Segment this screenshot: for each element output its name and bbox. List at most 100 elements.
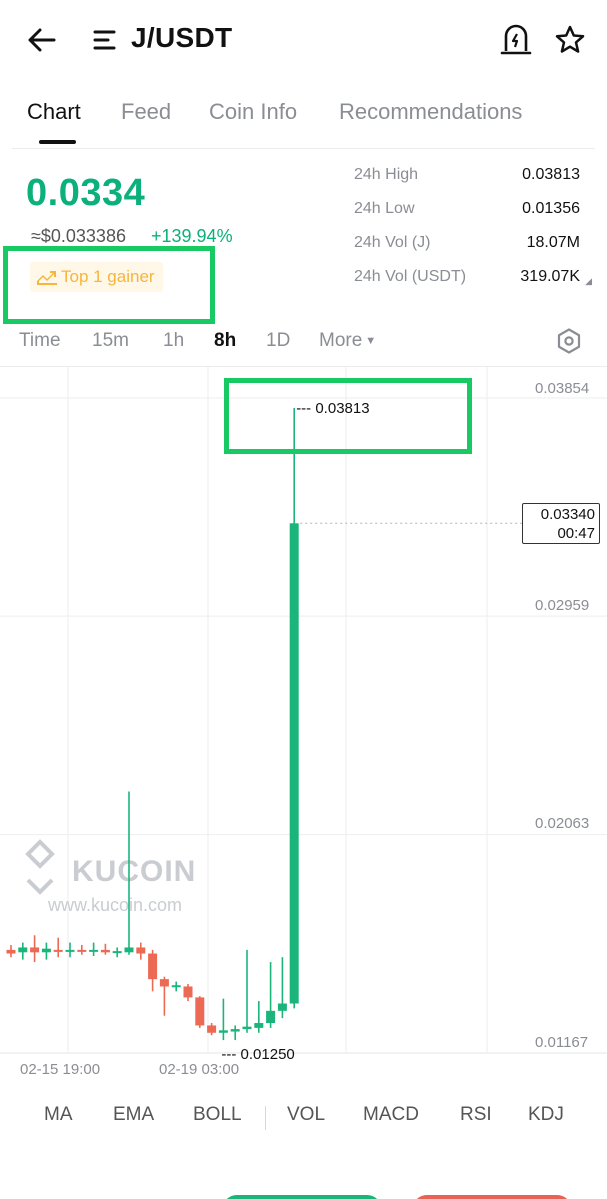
indicator-ma[interactable]: MA (44, 1104, 73, 1126)
interval-1d[interactable]: 1D (266, 330, 290, 352)
stat-label: 24h High (354, 166, 419, 183)
candle (89, 942, 99, 956)
candle-body (18, 947, 28, 953)
candle-body (218, 1030, 228, 1033)
caret-icon: ◢ (585, 276, 592, 286)
highlight-box (224, 378, 472, 454)
interval-1h[interactable]: 1h (163, 330, 184, 352)
divider (12, 148, 595, 149)
indicator-bar: MA EMA BOLL VOL MACD RSI KDJ (0, 1104, 607, 1136)
buy-button[interactable] (222, 1195, 382, 1199)
interval-more[interactable]: More ▼ (319, 330, 376, 352)
candle (242, 949, 252, 1033)
candle-body (41, 948, 51, 953)
price-change: +139.94% (151, 226, 233, 246)
pair-title[interactable]: J/USDT (131, 22, 232, 54)
interval-15m[interactable]: 15m (92, 330, 129, 352)
usd-price: ≈$0.033386 (31, 226, 126, 246)
stat-row: 24h Low 0.01356 (354, 200, 594, 234)
candle-body (77, 949, 87, 952)
highlight-box (3, 246, 215, 324)
candle-body (195, 997, 205, 1026)
x-axis-label: 02-19 03:00 (159, 1061, 240, 1078)
candle (289, 407, 299, 1009)
stat-row: 24h High 0.03813 (354, 166, 594, 200)
candle-body (171, 985, 181, 988)
candle (230, 1025, 240, 1041)
hexagon-settings-icon (557, 328, 581, 354)
top-bar: J/USDT (0, 0, 607, 80)
candle (6, 945, 16, 958)
watermark-url: www.kucoin.com (47, 895, 182, 915)
candle (100, 943, 110, 955)
current-price-tag: 0.03340 00:47 (522, 503, 600, 544)
stat-value: 18.07M (526, 234, 580, 251)
candle-body (6, 949, 16, 954)
candle (148, 949, 158, 992)
bottom-action-bar (0, 1150, 607, 1199)
divider (265, 1106, 266, 1130)
tab-coin-info[interactable]: Coin Info (209, 96, 297, 144)
candle (254, 1001, 264, 1033)
candle-body (30, 947, 40, 953)
stats-panel: 24h High 0.03813 24h Low 0.01356 24h Vol… (354, 166, 594, 302)
candle-body (289, 523, 299, 1004)
indicator-rsi[interactable]: RSI (460, 1104, 492, 1126)
indicator-kdj[interactable]: KDJ (528, 1104, 564, 1126)
menu-icon (93, 30, 116, 50)
candle (18, 942, 28, 960)
candle-body (254, 1023, 264, 1028)
menu-button[interactable] (92, 26, 122, 54)
stat-row: 24h Vol (J) 18.07M (354, 234, 594, 268)
candle (277, 957, 287, 1019)
candle (65, 942, 75, 958)
candle-body (89, 949, 99, 952)
candle-body (148, 953, 158, 980)
candle-body (159, 979, 169, 987)
candle (77, 945, 87, 955)
stat-value: 0.03813 (522, 166, 580, 183)
tab-recommendations[interactable]: Recommendations (339, 96, 522, 144)
watermark-brand: KUCOIN (72, 855, 196, 888)
favorite-button[interactable] (552, 22, 588, 58)
candle-body (136, 947, 146, 954)
indicator-vol[interactable]: VOL (287, 1104, 325, 1126)
candle (159, 976, 169, 1016)
candle (266, 962, 276, 1028)
candle-body (266, 1010, 276, 1024)
candlestick-chart[interactable]: KUCOIN www.kucoin.com --- 0.03813 --- 0.0… (0, 367, 607, 1097)
candle (183, 984, 193, 1002)
candle (53, 937, 63, 958)
candle (41, 942, 51, 960)
tab-feed[interactable]: Feed (121, 96, 171, 144)
candle (218, 998, 228, 1041)
candle-body (112, 951, 122, 954)
chart-canvas[interactable]: KUCOIN www.kucoin.com --- 0.03813--- 0.0… (0, 367, 607, 1097)
back-button[interactable] (24, 22, 60, 58)
y-axis-label: 0.03854 (535, 380, 590, 397)
candle-body (277, 1003, 287, 1011)
indicator-macd[interactable]: MACD (363, 1104, 419, 1126)
candle (195, 996, 205, 1028)
candle-body (183, 986, 193, 998)
price-alert-button[interactable] (498, 22, 534, 58)
candle (30, 935, 40, 963)
stat-row[interactable]: 24h Vol (USDT) 319.07K ◢ (354, 268, 594, 302)
indicator-ema[interactable]: EMA (113, 1104, 154, 1126)
tab-chart[interactable]: Chart (27, 96, 81, 144)
star-icon (555, 25, 585, 53)
candle (136, 942, 146, 960)
candle (112, 947, 122, 958)
interval-time[interactable]: Time (19, 330, 61, 352)
chart-settings-button[interactable] (555, 327, 583, 355)
sell-button[interactable] (412, 1195, 572, 1199)
indicator-boll[interactable]: BOLL (193, 1104, 242, 1126)
interval-8h[interactable]: 8h (214, 330, 236, 352)
candle-body (207, 1025, 217, 1033)
kucoin-watermark: KUCOIN www.kucoin.com (25, 839, 196, 915)
candle-countdown: 00:47 (557, 525, 595, 542)
stat-label: 24h Vol (USDT) (354, 268, 467, 285)
candle-body (53, 949, 63, 952)
y-axis-label: 0.02063 (535, 815, 590, 832)
active-tab-indicator (39, 140, 76, 144)
